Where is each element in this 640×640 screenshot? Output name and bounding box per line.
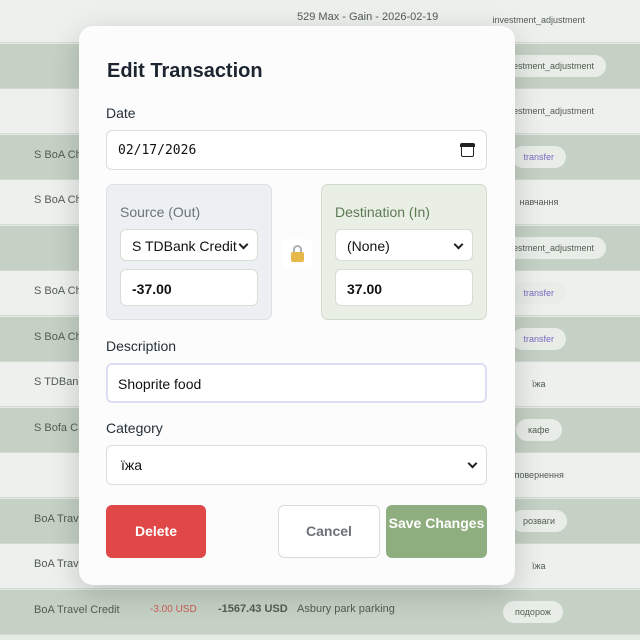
destination-account-value: (None) xyxy=(347,238,390,254)
destination-panel: Destination (In) (None) 37.00 xyxy=(321,184,487,320)
calendar-icon[interactable] xyxy=(460,143,475,157)
description-input[interactable]: Shoprite food xyxy=(106,363,487,403)
modal-title: Edit Transaction xyxy=(107,60,263,82)
source-panel: Source (Out) S TDBank Credit -37.00 xyxy=(106,184,272,320)
category-label: Category xyxy=(106,420,163,436)
chevron-down-icon xyxy=(453,239,464,250)
source-amount-value: -37.00 xyxy=(132,281,172,297)
destination-amount-value: 37.00 xyxy=(347,281,383,297)
destination-amount-input[interactable]: 37.00 xyxy=(335,269,473,306)
lock-icon-body xyxy=(291,252,304,262)
category-select[interactable]: їжа xyxy=(106,445,487,485)
delete-button[interactable]: Delete xyxy=(106,505,206,558)
destination-account-select[interactable]: (None) xyxy=(335,229,473,261)
description-value: Shoprite food xyxy=(118,376,202,392)
lock-toggle-button[interactable] xyxy=(282,239,312,269)
source-label: Source (Out) xyxy=(120,204,201,220)
cancel-button[interactable]: Cancel xyxy=(278,505,380,558)
source-account-select[interactable]: S TDBank Credit xyxy=(120,229,258,261)
description-label: Description xyxy=(106,338,177,354)
date-label: Date xyxy=(106,105,136,121)
save-changes-button[interactable]: Save Changes xyxy=(386,505,487,558)
edit-transaction-modal: Edit Transaction Date 02/17/2026 Source … xyxy=(79,26,515,585)
date-value: 02/17/2026 xyxy=(118,143,197,158)
date-input[interactable]: 02/17/2026 xyxy=(106,130,487,170)
destination-label: Destination (In) xyxy=(335,204,430,220)
chevron-down-icon xyxy=(238,239,249,250)
source-amount-input[interactable]: -37.00 xyxy=(120,269,258,306)
chevron-down-icon xyxy=(467,458,478,469)
category-value: їжа xyxy=(121,457,143,473)
source-account-value: S TDBank Credit xyxy=(132,238,237,254)
